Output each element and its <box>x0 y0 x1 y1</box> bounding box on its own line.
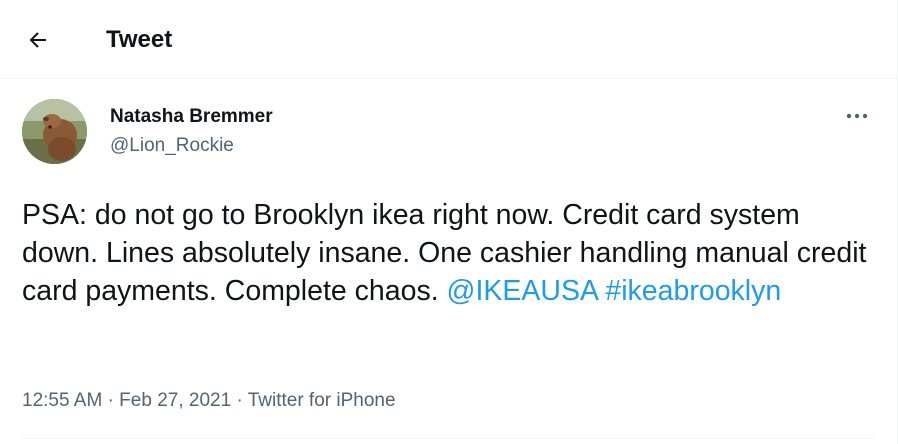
more-horizontal-icon <box>846 113 868 119</box>
page-header: Tweet <box>0 0 897 79</box>
tweet-metadata: 12:55 AM · Feb 27, 2021 · Twitter for iP… <box>22 389 396 413</box>
mention-link[interactable]: @IKEAUSA <box>447 275 598 307</box>
page-title: Tweet <box>106 26 173 53</box>
meta-separator: · <box>236 390 243 411</box>
back-button[interactable] <box>20 22 56 58</box>
avatar[interactable] <box>22 99 87 164</box>
tweet-source[interactable]: Twitter for iPhone <box>248 390 396 411</box>
divider <box>22 438 874 439</box>
tweet-date[interactable]: Feb 27, 2021 <box>119 390 231 411</box>
tweet-page: Tweet Natasha Bremmer @Lion_Rockie PSA: … <box>0 0 898 444</box>
capybara-avatar-icon <box>22 99 87 164</box>
tweet-text: PSA: do not go to Brooklyn ikea right no… <box>22 196 872 310</box>
arrow-left-icon <box>29 32 46 48</box>
more-options-button[interactable] <box>840 104 874 128</box>
tweet-time[interactable]: 12:55 AM <box>22 390 102 411</box>
author-handle[interactable]: @Lion_Rockie <box>110 135 234 157</box>
meta-separator: · <box>107 390 114 411</box>
author-name[interactable]: Natasha Bremmer <box>110 106 273 128</box>
hashtag-link[interactable]: #ikeabrooklyn <box>605 275 781 307</box>
